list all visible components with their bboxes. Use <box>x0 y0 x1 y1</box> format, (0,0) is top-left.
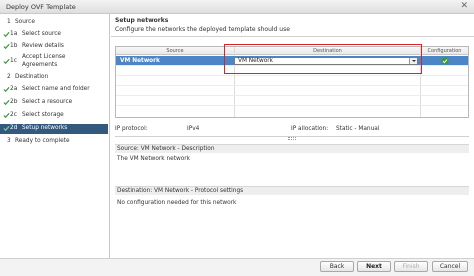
step-label: Select source <box>22 31 61 37</box>
checkmark-icon <box>3 58 10 65</box>
close-icon[interactable]: ✕ <box>460 1 468 12</box>
step-label: Select a resource <box>22 99 73 105</box>
step-number: 2 <box>7 74 11 80</box>
ip-allocation-label: IP allocation: <box>291 126 329 132</box>
step-3-ready-to-complete[interactable]: 3 Ready to complete <box>0 137 108 147</box>
ip-allocation-value: Static - Manual <box>336 126 380 132</box>
step-number: 2c <box>10 112 17 118</box>
step-2c-select-storage[interactable]: 2c Select storage <box>0 111 108 121</box>
back-button[interactable]: Back <box>320 261 354 272</box>
step-number: 1c <box>10 58 17 64</box>
step-label: Setup networks <box>22 125 68 131</box>
step-label: Accept License <box>22 54 66 60</box>
step-number: 2d <box>10 125 18 131</box>
step-label: Review details <box>22 43 64 49</box>
splitter-grip-icon[interactable] <box>288 137 296 140</box>
column-header-configuration[interactable]: Configuration <box>420 47 468 55</box>
cancel-button[interactable]: Cancel <box>432 261 468 272</box>
step-number: 2a <box>10 86 18 92</box>
ip-protocol-value: IPv4 <box>187 126 200 132</box>
destination-highlight-box <box>224 44 422 74</box>
step-1a-select-source[interactable]: 1a Select source <box>0 30 108 40</box>
next-button[interactable]: Next <box>357 261 391 272</box>
step-number: 1 <box>7 19 11 25</box>
finish-button[interactable]: Finish <box>394 261 428 272</box>
step-number: 1a <box>10 31 18 37</box>
wizard-steps-sidebar: 1 Source 1a Select source 1b Review deta… <box>0 14 110 258</box>
step-label: Destination <box>15 74 49 80</box>
header-divider <box>111 36 474 37</box>
step-1-source[interactable]: 1 Source <box>0 18 108 28</box>
step-2-destination[interactable]: 2 Destination <box>0 73 108 83</box>
table-row-empty <box>116 96 468 106</box>
step-label: Select storage <box>22 112 64 118</box>
table-row-empty <box>116 86 468 96</box>
destination-protocol-header: Destination: VM Network - Protocol setti… <box>115 186 469 195</box>
step-label-line2: Agreements <box>22 62 58 68</box>
destination-protocol-title: Destination: VM Network - Protocol setti… <box>117 188 244 194</box>
step-number: 1b <box>10 43 18 49</box>
column-header-source[interactable]: Source <box>116 47 234 55</box>
wizard-footer: Back Next Finish Cancel <box>0 258 474 276</box>
check-circle-icon <box>441 57 449 65</box>
checkmark-icon <box>3 31 10 38</box>
step-1b-review-details[interactable]: 1b Review details <box>0 42 108 52</box>
checkmark-icon <box>3 112 10 119</box>
step-label: Ready to complete <box>15 138 70 144</box>
step-number: 2b <box>10 99 18 105</box>
checkmark-icon <box>3 86 10 93</box>
step-label: Source <box>15 19 35 25</box>
step-2d-setup-networks[interactable]: 2d Setup networks <box>0 124 108 134</box>
table-row-empty <box>116 106 468 116</box>
step-number: 3 <box>7 138 11 144</box>
window-titlebar: Deploy OVF Template ✕ <box>0 0 474 14</box>
step-2a-select-name-folder[interactable]: 2a Select name and folder <box>0 85 108 95</box>
destination-protocol-text: No configuration needed for this network <box>117 200 237 206</box>
page-title: Setup networks <box>115 17 169 24</box>
source-cell: VM Network <box>120 58 160 64</box>
checkmark-icon <box>3 43 10 50</box>
table-row-empty <box>116 76 468 86</box>
window-title: Deploy OVF Template <box>6 3 76 11</box>
step-1c-accept-license[interactable]: 1c Accept License Agreements <box>0 54 108 70</box>
checkmark-icon <box>3 99 10 106</box>
step-2b-select-resource[interactable]: 2b Select a resource <box>0 98 108 108</box>
source-description-title: Source: VM Network - Description <box>117 146 215 152</box>
checkmark-icon <box>3 125 10 132</box>
page-subtitle: Configure the networks the deployed temp… <box>115 26 290 33</box>
source-description-text: The VM Network network <box>117 156 191 162</box>
step-label: Select name and folder <box>22 86 90 92</box>
ip-protocol-label: IP protocol: <box>115 126 148 132</box>
panel-splitter[interactable] <box>115 136 469 140</box>
source-description-header: Source: VM Network - Description <box>115 144 469 153</box>
